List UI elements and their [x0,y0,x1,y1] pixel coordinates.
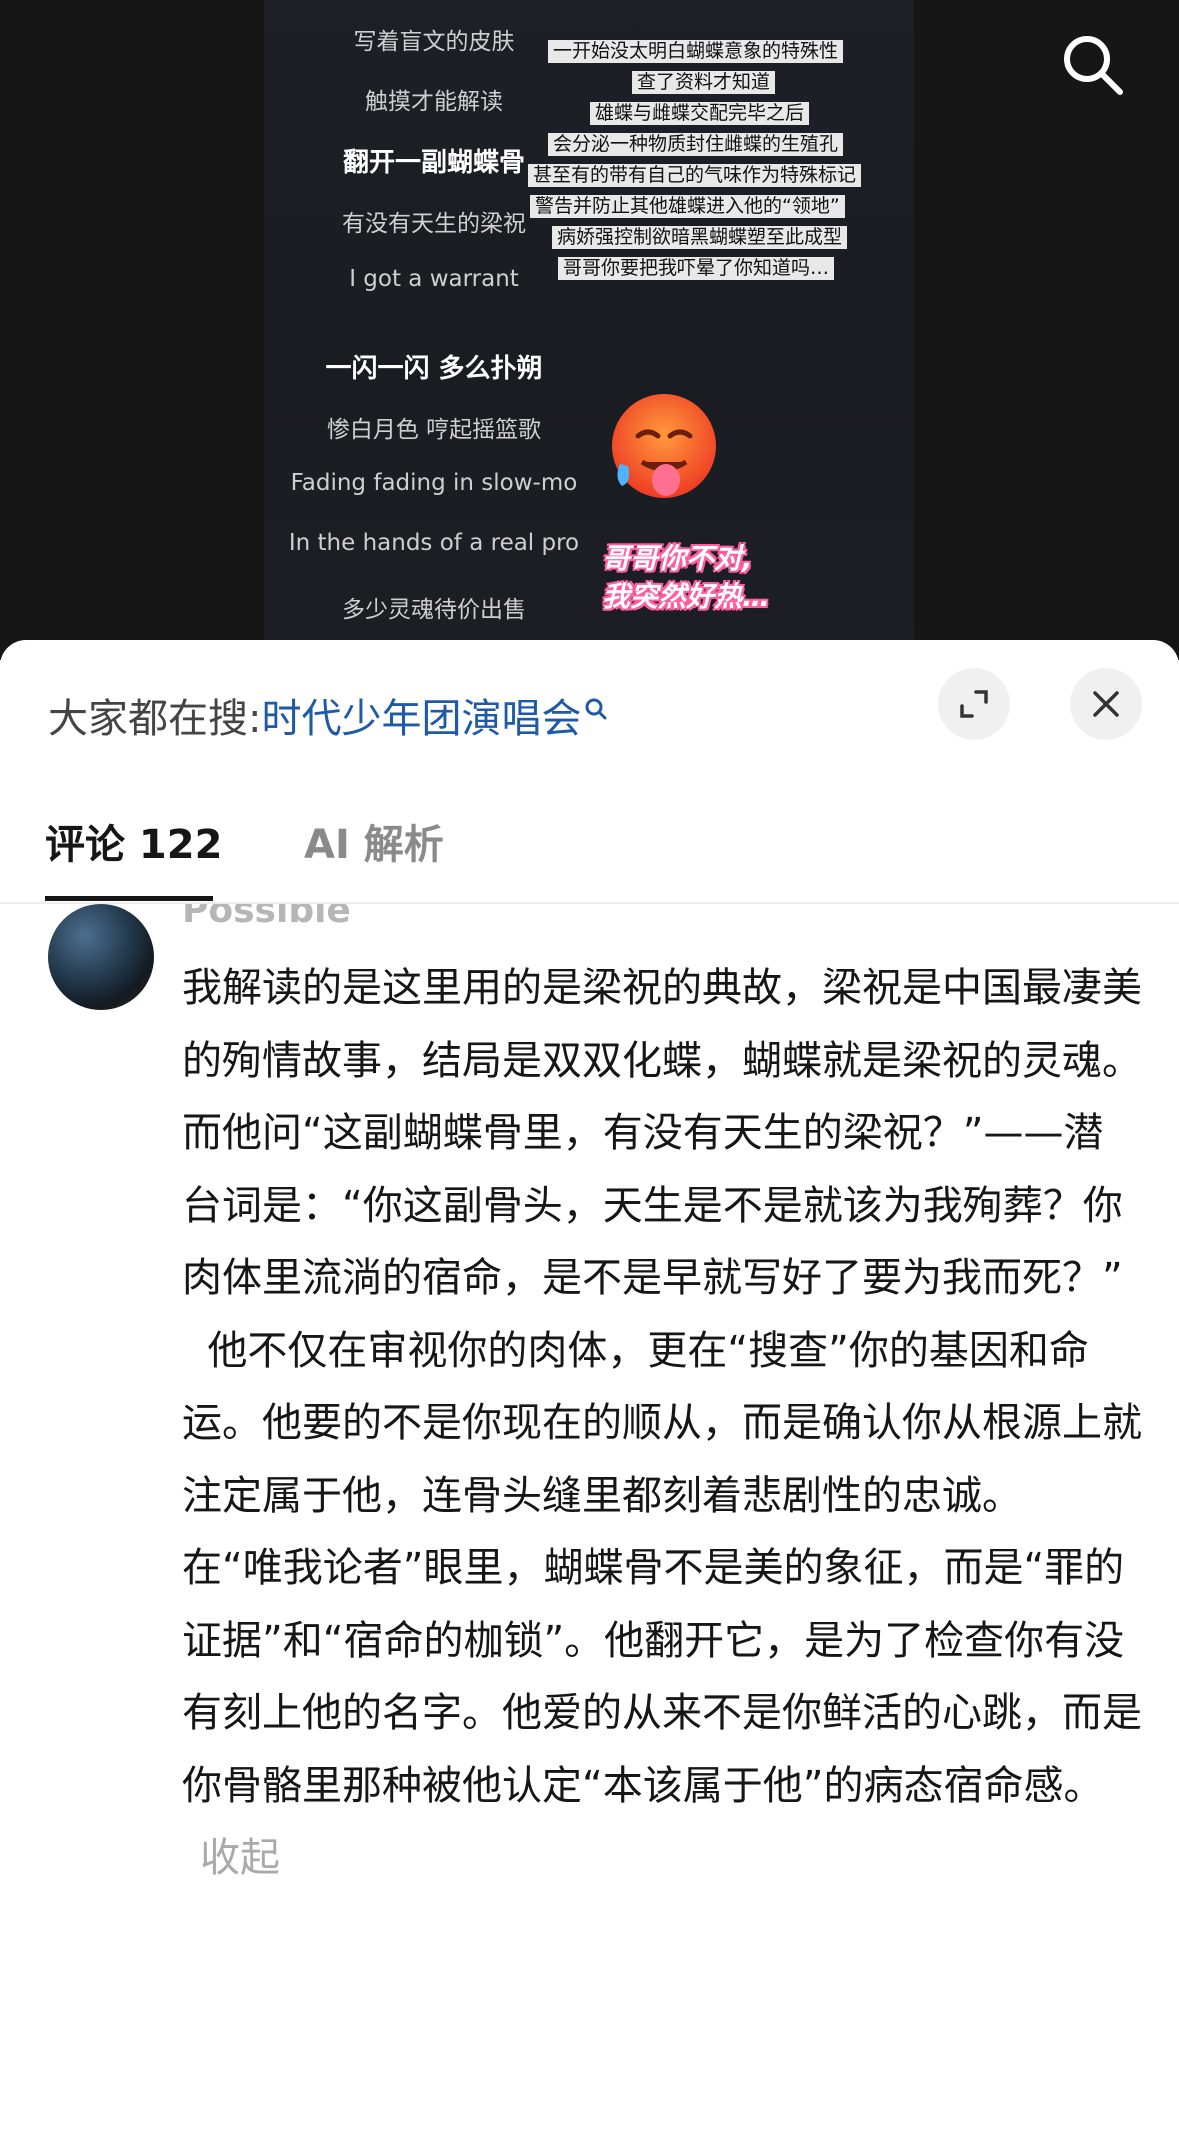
comment-sheet: 大家都在搜:时代少年团演唱会 评论 122 AI 解析 Possible 我解读… [0,640,1179,2130]
lyric-line: 惨白月色 哼起摇篮歌 [326,417,542,443]
lyric-line: 触摸才能解读 [365,89,503,115]
expand-button[interactable] [938,668,1010,740]
sticker-line: 我突然好热… [602,580,771,613]
comment-paragraph-text: 在“唯我论者”眼里，蝴蝶骨不是美的象征，而是“罪的证据”和“宿命的枷锁”。他翻开… [182,1545,1142,1809]
trending-search-prefix: 大家都在搜: [48,696,262,742]
comment-username[interactable]: Possible [182,904,351,931]
expand-icon [960,690,988,718]
sticker-line: 哥哥你不对, [602,542,753,575]
search-icon [585,698,607,720]
comment-paragraph: 他不仅在审视你的肉体，更在“搜查”你的基因和命运。他要的不是你现在的顺从，而是确… [182,1327,1142,1519]
comment-paragraph: 在“唯我论者”眼里，蝴蝶骨不是美的象征，而是“罪的证据”和“宿命的枷锁”。他翻开… [182,1532,1142,1895]
tab-comments[interactable]: 评论 122 [45,812,222,870]
sticker-text: 哥哥你不对, 我突然好热… [602,540,792,616]
lyric-line: 多少灵魂待价出售 [342,597,526,623]
lyric-line: 一闪一闪 多么扑朔 [325,354,543,384]
video-caption: 病娇强控制欲暗黑蝴蝶塑至此成型 [552,226,848,249]
collapse-button[interactable]: 收起 [200,1835,280,1881]
close-icon [1093,691,1119,717]
video-caption: 一开始没太明白蝴蝶意象的特殊性 [548,40,844,63]
video-caption: 警告并防止其他雄蝶进入他的“领地” [530,195,845,218]
sheet-tabs: 评论 122 AI 解析 [0,812,1179,886]
trending-search[interactable]: 大家都在搜:时代少年团演唱会 [48,686,611,744]
video-caption: 雄蝶与雌蝶交配完毕之后 [590,102,810,125]
comment-paragraph: 我解读的是这里用的是梁祝的典故，梁祝是中国最凄美的殉情故事，结局是双双化蝶，蝴蝶… [182,965,1142,1084]
hot-face-emoji-icon [612,394,716,498]
video-caption: 会分泌一种物质封住雌蝶的生殖孔 [548,133,844,156]
close-button[interactable] [1070,668,1142,740]
tab-ai-analysis[interactable]: AI 解析 [304,812,444,870]
comment-text: 我解读的是这里用的是梁祝的典故，梁祝是中国最凄美的殉情故事，结局是双双化蝶，蝴蝶… [182,952,1142,1895]
lyric-line: Fading fading in slow-mo [290,470,578,496]
trending-search-term[interactable]: 时代少年团演唱会 [261,696,581,742]
video-caption: 甚至有的带有自己的气味作为特殊标记 [528,164,862,187]
video-player[interactable]: 写着盲文的皮肤 触摸才能解读 翻开一副蝴蝶骨 有没有天生的梁祝 I got a … [0,0,1179,660]
comment-paragraph: 而他问“这副蝴蝶骨里，有没有天生的梁祝？”——潜台词是：“你这副骨头，天生是不是… [182,1110,1123,1301]
search-icon[interactable] [1060,32,1126,98]
active-tab-indicator [45,896,213,901]
avatar[interactable] [48,904,154,1010]
video-caption: 查了资料才知道 [632,71,776,94]
video-caption: 哥哥你要把我吓晕了你知道吗… [558,257,835,280]
lyric-line: In the hands of a real pro [288,530,580,556]
comment-item: Possible 我解读的是这里用的是梁祝的典故，梁祝是中国最凄美的殉情故事，结… [0,904,1179,2130]
lyric-line: I got a warrant [349,266,519,292]
